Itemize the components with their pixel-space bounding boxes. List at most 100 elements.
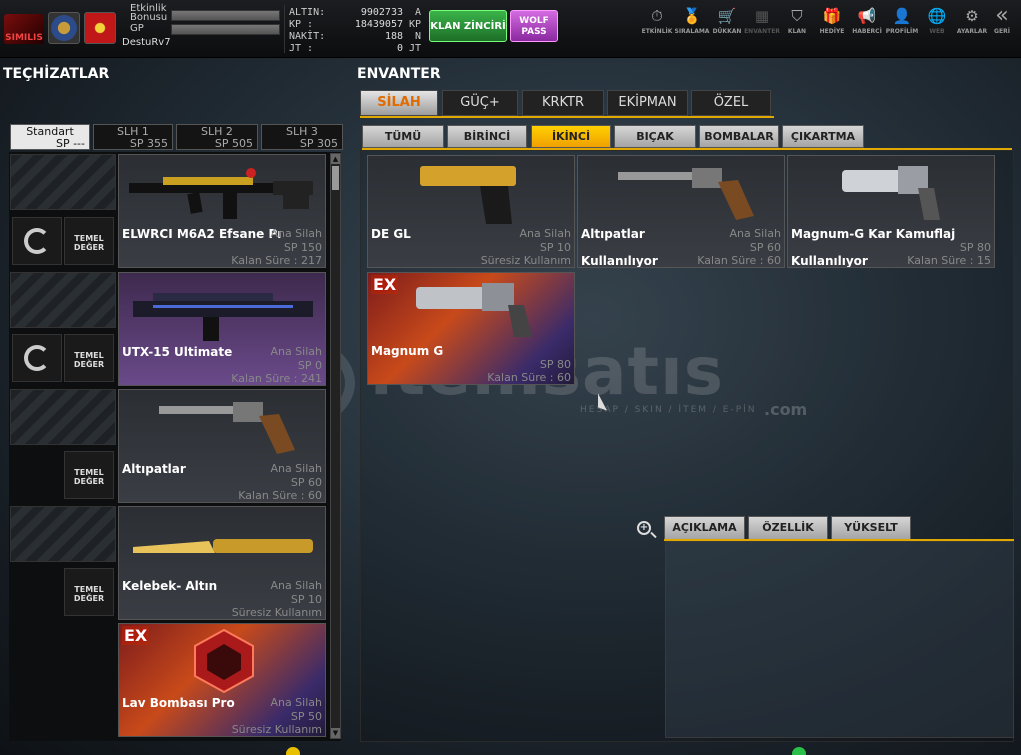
item-name: Kelebek- Altın — [122, 579, 218, 593]
item-sp: SP 80 — [539, 358, 571, 371]
detail-tab-yukselt[interactable]: YÜKSELT — [831, 516, 911, 540]
base-value-button[interactable]: TEMEL DEĞER — [64, 217, 114, 265]
revolver-icon — [159, 402, 295, 454]
subtab-tumu[interactable]: TÜMÜ — [362, 125, 444, 148]
base-value-button[interactable]: TEMEL DEĞER — [64, 451, 114, 499]
slot-tab-slh2[interactable]: SLH 2 SP 505 — [176, 124, 258, 150]
item-status: Süresiz Kullanım — [231, 606, 322, 619]
inventory-icon: ▦ — [754, 7, 770, 25]
nav-envanter[interactable]: ▦ ENVANTER — [743, 6, 781, 46]
item-name: Lav Bombası Pro — [122, 696, 235, 710]
detail-tab-aciklama[interactable]: AÇIKLAMA — [664, 516, 745, 540]
megaphone-icon: 📢 — [857, 7, 877, 25]
item-category: Ana Silah — [270, 579, 322, 592]
equip-slot[interactable] — [10, 506, 116, 562]
item-sp: SP 0 — [297, 359, 322, 372]
item-category: Ana Silah — [270, 345, 322, 358]
scroll-thumb[interactable] — [332, 166, 339, 190]
currency-row: ALTIN: 9902733 A — [289, 7, 421, 18]
nav-siralama[interactable]: 🏅 SIRALAMA — [673, 6, 711, 46]
revolver-icon — [416, 283, 532, 337]
tab-ekipman[interactable]: EKİPMAN — [607, 90, 688, 116]
zoom-in-icon[interactable]: + — [637, 521, 651, 535]
item-sp: SP 60 — [749, 241, 781, 254]
nav-geri[interactable]: «GERİ — [983, 5, 1021, 46]
base-value-button[interactable]: TEMEL DEĞER — [64, 334, 114, 382]
item-sp: SP 50 — [290, 710, 322, 723]
nav-hediye[interactable]: 🎁 HEDİYE — [813, 6, 851, 46]
tab-guc[interactable]: GÜÇ+ — [442, 90, 518, 116]
nav-haberci[interactable]: 📢 HABERCİ — [848, 6, 886, 46]
equipment-scrollbar[interactable]: ▲ ▼ — [330, 153, 341, 739]
mouse-cursor-icon — [598, 393, 607, 411]
shield-icon: ⛉ — [791, 7, 803, 25]
inventory-item-card[interactable]: Magnum-G Kar Kamuflaj SP 80 Kullanılıyor… — [787, 155, 995, 268]
subtab-bombalar[interactable]: BOMBALAR — [699, 125, 779, 148]
subtab-ikinci[interactable]: İKİNCİ — [531, 125, 611, 148]
item-name: Altıpatlar — [581, 227, 645, 241]
item-category: Ana Silah — [270, 462, 322, 475]
slot-tab-slh1[interactable]: SLH 1 SP 355 — [93, 124, 173, 150]
revolver-icon — [842, 166, 940, 220]
tab-krktr[interactable]: KRKTR — [522, 90, 604, 116]
inventory-item-card[interactable]: Altıpatlar Ana Silah SP 60 Kullanılıyor … — [577, 155, 785, 268]
inventory-item-card[interactable]: EX Magnum G SP 80 Kalan Süre : 60 — [367, 272, 575, 385]
item-status: Kalan Süre : 241 — [231, 372, 322, 385]
gift-icon: 🎁 — [822, 7, 842, 25]
rifle-icon — [129, 168, 313, 219]
nav-etkinlik[interactable]: ⏱ ETKİNLİK — [638, 6, 676, 46]
slot-tab-standart[interactable]: Standart SP --- — [10, 124, 90, 150]
slot-tab-slh3[interactable]: SLH 3 SP 305 — [261, 124, 343, 150]
ex-badge: EX — [122, 626, 150, 645]
equip-slot[interactable] — [10, 389, 116, 445]
equip-item-card[interactable]: Kelebek- Altın Ana Silah SP 10 Süresiz K… — [118, 506, 326, 620]
base-value-button[interactable]: TEMEL DEĞER — [64, 568, 114, 616]
item-status: Kalan Süre : 217 — [231, 254, 322, 267]
item-category: Ana Silah — [270, 696, 322, 709]
item-category: Ana Silah — [270, 227, 322, 240]
equip-item-card[interactable]: Altıpatlar Ana Silah SP 60 Kalan Süre : … — [118, 389, 326, 503]
gp-label: GP — [130, 23, 144, 34]
nav-klan[interactable]: ⛉ KLAN — [778, 6, 816, 46]
detail-tab-ozellik[interactable]: ÖZELLİK — [748, 516, 828, 540]
subtab-birinci[interactable]: BİRİNCİ — [447, 125, 527, 148]
item-name: Altıpatlar — [122, 462, 186, 476]
item-status: Süresiz Kullanım — [480, 254, 571, 267]
item-name: Magnum-G Kar Kamuflaj — [791, 227, 956, 241]
tab-underline — [360, 116, 774, 118]
profile-icon: 👤 — [892, 7, 912, 25]
item-status: Kalan Süre : 60 — [487, 371, 571, 384]
ticker-icon — [286, 747, 300, 755]
currency-row: NAKİT: 188 N — [289, 31, 421, 42]
subtab-bicak[interactable]: BIÇAK — [614, 125, 696, 148]
star-badge-icon — [84, 12, 116, 44]
nav-dukkan[interactable]: 🛒 DÜKKAN — [708, 6, 746, 46]
cart-icon: 🛒 — [717, 7, 737, 25]
reload-icon — [12, 217, 62, 265]
equip-item-card[interactable]: ELWRCI M6A2 Efsane Pı Ana Silah SP 150 K… — [118, 154, 326, 268]
scroll-up-icon[interactable]: ▲ — [331, 154, 340, 164]
medal-icon: 🏅 — [682, 7, 702, 25]
item-name: DE GL — [371, 227, 411, 241]
revolver-icon — [618, 168, 754, 220]
klan-chain-button[interactable]: KLAN ZİNCİRİ — [429, 10, 507, 42]
username: DestuRv7 — [122, 37, 171, 48]
tab-ozel[interactable]: ÖZEL — [691, 90, 771, 116]
pistol-icon — [420, 166, 516, 224]
equip-slot[interactable] — [10, 272, 116, 328]
scroll-down-icon[interactable]: ▼ — [331, 728, 340, 738]
nav-web[interactable]: 🌐 WEB — [918, 6, 956, 46]
reload-icon — [12, 334, 62, 382]
globe-icon: 🌐 — [927, 7, 947, 25]
wolf-pass-button[interactable]: WOLF PASS — [510, 10, 558, 42]
item-in-use: Kullanılıyor — [791, 254, 868, 268]
equip-item-card[interactable]: EX Lav Bombası Pro Ana Silah SP 50 Süres… — [118, 623, 326, 737]
item-status: Kalan Süre : 60 — [697, 254, 781, 267]
equip-slot[interactable] — [10, 154, 116, 210]
inventory-item-card[interactable]: DE GL Ana Silah SP 10 Süresiz Kullanım — [367, 155, 575, 268]
equip-item-card[interactable]: UTX-15 Ultimate Ana Silah SP 0 Kalan Sür… — [118, 272, 326, 386]
nav-profilim[interactable]: 👤 PROFİLİM — [883, 6, 921, 46]
tab-silah[interactable]: SİLAH — [360, 90, 438, 116]
currency-row: JT :0 JT — [289, 43, 421, 54]
subtab-cikartma[interactable]: ÇIKARTMA — [782, 125, 864, 148]
